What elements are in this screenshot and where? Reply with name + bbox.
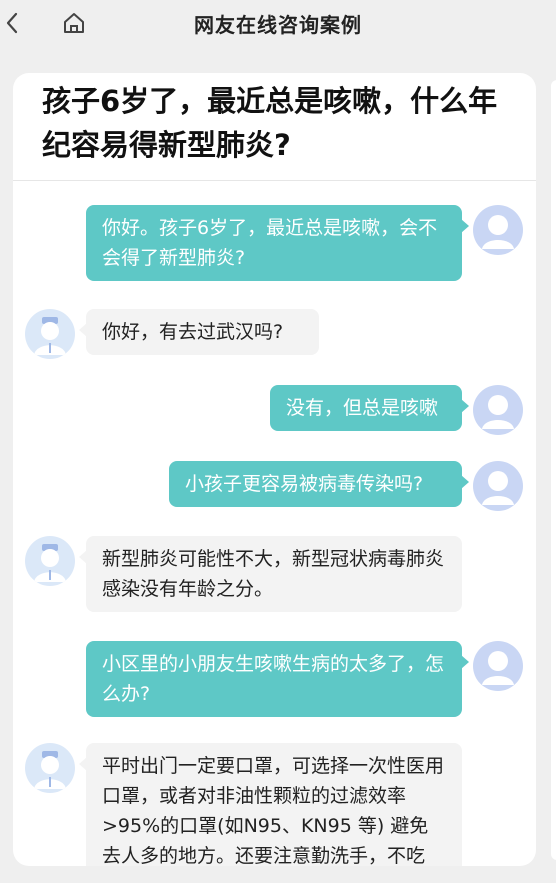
user-message: 小孩子更容易被病毒传染吗?	[169, 461, 469, 507]
doctor-message: 你好，有去过武汉吗?	[79, 309, 319, 355]
doctor-avatar	[25, 536, 75, 586]
doctor-message: 平时出门一定要口罩，可选择一次性医用口罩，或者对非油性颗粒的过滤效率>95%的口…	[79, 743, 462, 866]
doctor-message: 新型肺炎可能性不大，新型冠状病毒肺炎感染没有年龄之分。	[79, 536, 462, 612]
user-message: 小区里的小朋友生咳嗽生病的太多了，怎么办?	[86, 641, 469, 717]
doctor-avatar	[25, 743, 75, 793]
user-avatar	[473, 461, 523, 511]
user-message: 你好。孩子6岁了，最近总是咳嗽，会不会得了新型肺炎?	[86, 205, 469, 281]
question-title: 孩子6岁了，最近总是咳嗽，什么年纪容易得新型肺炎?	[42, 84, 498, 162]
divider	[13, 180, 536, 181]
user-avatar	[473, 641, 523, 691]
doctor-avatar	[25, 309, 75, 359]
consultation-card: 孩子6岁了，最近总是咳嗽，什么年纪容易得新型肺炎? 你好。孩子6岁了，最近总是咳…	[13, 73, 536, 866]
top-bar: 网友在线咨询案例	[0, 0, 556, 46]
next-card-edge	[551, 80, 556, 860]
user-avatar	[473, 205, 523, 255]
user-avatar	[473, 385, 523, 435]
user-message: 没有，但总是咳嗽	[270, 385, 469, 431]
page-title: 网友在线咨询案例	[194, 13, 362, 37]
